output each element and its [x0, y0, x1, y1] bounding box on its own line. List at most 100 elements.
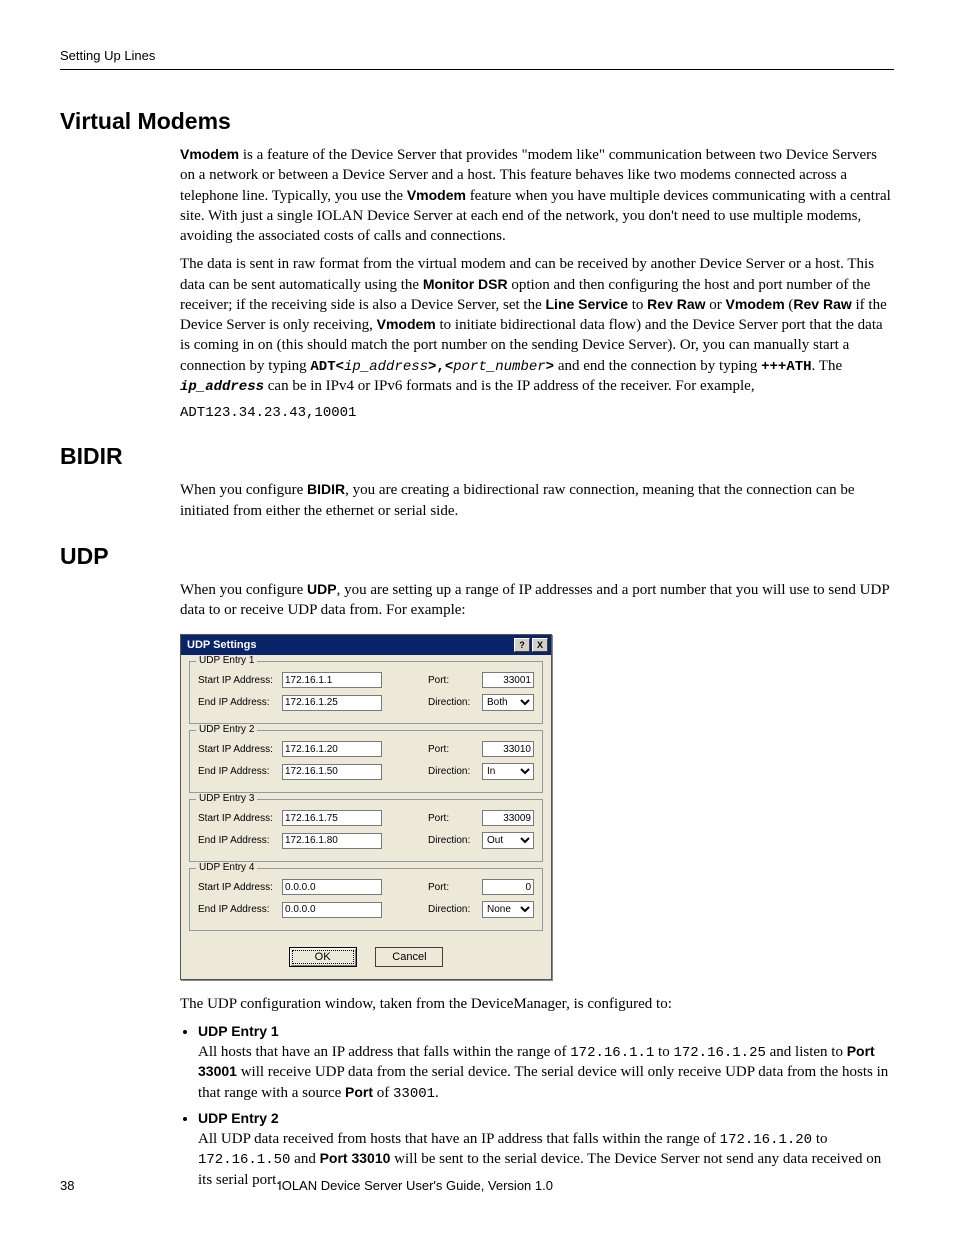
text: . — [435, 1085, 439, 1101]
label-port: Port: — [428, 813, 476, 824]
group-legend: UDP Entry 3 — [196, 793, 257, 804]
group-legend: UDP Entry 2 — [196, 724, 257, 735]
term-udp: UDP — [307, 581, 337, 597]
bullet-body: All hosts that have an IP address that f… — [198, 1042, 894, 1104]
label-direction: Direction: — [428, 835, 476, 846]
label-end-ip: End IP Address: — [198, 697, 276, 708]
port-input[interactable] — [482, 810, 534, 826]
text: or — [706, 297, 726, 313]
code-parameter: ip_address — [344, 359, 428, 375]
section-title-virtual-modems: Virtual Modems — [60, 108, 894, 135]
ip-address: 172.16.1.1 — [570, 1045, 654, 1061]
term-vmodem: Vmodem — [407, 187, 466, 203]
label-direction: Direction: — [428, 766, 476, 777]
document-page: Setting Up Lines Virtual Modems Vmodem i… — [0, 0, 954, 1235]
term-vmodem: Vmodem — [377, 316, 436, 332]
ip-address: 172.16.1.20 — [720, 1132, 812, 1148]
dialog-button-row: OK Cancel — [189, 937, 543, 969]
code-parameter: ip_address — [180, 379, 264, 395]
direction-select[interactable]: BothInOutNone — [482, 694, 534, 711]
code: +++ATH — [761, 359, 811, 375]
end-ip-input[interactable] — [282, 764, 382, 780]
group-legend: UDP Entry 4 — [196, 862, 257, 873]
bullet-list: UDP Entry 1 All hosts that have an IP ad… — [198, 1023, 894, 1191]
port-number: 33001 — [393, 1086, 435, 1102]
text: to — [812, 1131, 827, 1147]
page-number: 38 — [60, 1178, 74, 1193]
port-input[interactable] — [482, 741, 534, 757]
direction-select[interactable]: BothInOutNone — [482, 763, 534, 780]
text: can be in IPv4 or IPv6 formats and is th… — [264, 378, 755, 394]
text: All hosts that have an IP address that f… — [198, 1044, 570, 1060]
end-ip-input[interactable] — [282, 902, 382, 918]
label-start-ip: Start IP Address: — [198, 882, 276, 893]
label-start-ip: Start IP Address: — [198, 744, 276, 755]
udp-settings-dialog: UDP Settings ? X UDP Entry 1 Start IP Add… — [180, 634, 552, 980]
bullet-heading: UDP Entry 1 — [198, 1023, 894, 1039]
start-ip-input[interactable] — [282, 810, 382, 826]
section-body-bidir: When you configure BIDIR, you are creati… — [180, 480, 894, 521]
cancel-button[interactable]: Cancel — [375, 947, 443, 967]
text: . The — [812, 358, 843, 374]
footer-text: IOLAN Device Server User's Guide, Versio… — [278, 1178, 553, 1193]
paragraph: Vmodem is a feature of the Device Server… — [180, 145, 894, 246]
udp-entry-group: UDP Entry 4Start IP Address:Port:End IP … — [189, 868, 543, 931]
text: and — [290, 1151, 319, 1167]
term-rev-raw: Rev Raw — [793, 296, 851, 312]
dialog-title: UDP Settings — [187, 639, 256, 651]
label-end-ip: End IP Address: — [198, 835, 276, 846]
start-ip-input[interactable] — [282, 879, 382, 895]
dialog-titlebar[interactable]: UDP Settings ? X — [181, 635, 551, 655]
text: and end the connection by typing — [554, 358, 761, 374]
label-start-ip: Start IP Address: — [198, 813, 276, 824]
paragraph: When you configure BIDIR, you are creati… — [180, 480, 894, 521]
code-example: ADT123.34.23.43,10001 — [180, 405, 894, 421]
help-button[interactable]: ? — [514, 638, 530, 652]
page-footer: 38 IOLAN Device Server User's Guide, Ver… — [60, 1178, 894, 1193]
udp-entry-group: UDP Entry 3Start IP Address:Port:End IP … — [189, 799, 543, 862]
udp-entry-group: UDP Entry 2Start IP Address:Port:End IP … — [189, 730, 543, 793]
section-title-bidir: BIDIR — [60, 443, 894, 470]
label-start-ip: Start IP Address: — [198, 675, 276, 686]
label-end-ip: End IP Address: — [198, 904, 276, 915]
label-port: Port: — [428, 744, 476, 755]
list-item: UDP Entry 1 All hosts that have an IP ad… — [198, 1023, 894, 1104]
ip-address: 172.16.1.50 — [198, 1152, 290, 1168]
text: All UDP data received from hosts that ha… — [198, 1131, 720, 1147]
section-body-udp: When you configure UDP, you are setting … — [180, 580, 894, 1191]
port-input[interactable] — [482, 879, 534, 895]
group-legend: UDP Entry 1 — [196, 655, 257, 666]
udp-entry-group: UDP Entry 1Start IP Address:Port:End IP … — [189, 661, 543, 724]
label-end-ip: End IP Address: — [198, 766, 276, 777]
dialog-body: UDP Entry 1 Start IP Address: Port: End IP … — [181, 655, 551, 979]
term-port: Port 33010 — [320, 1150, 391, 1166]
text: will receive UDP data from the serial de… — [198, 1064, 888, 1100]
text: of — [373, 1085, 393, 1101]
paragraph: The data is sent in raw format from the … — [180, 254, 894, 397]
direction-select[interactable]: BothInOutNone — [482, 832, 534, 849]
bullet-heading: UDP Entry 2 — [198, 1110, 894, 1126]
paragraph: When you configure UDP, you are setting … — [180, 580, 894, 621]
label-port: Port: — [428, 675, 476, 686]
text: When you configure — [180, 582, 307, 598]
term-vmodem: Vmodem — [180, 146, 239, 162]
term-rev-raw: Rev Raw — [647, 296, 705, 312]
term-port: Port — [345, 1084, 373, 1100]
end-ip-input[interactable] — [282, 695, 382, 711]
start-ip-input[interactable] — [282, 741, 382, 757]
direction-select[interactable]: BothInOutNone — [482, 901, 534, 918]
label-direction: Direction: — [428, 904, 476, 915]
end-ip-input[interactable] — [282, 833, 382, 849]
code: > — [546, 359, 554, 375]
close-button[interactable]: X — [532, 638, 548, 652]
term-bidir: BIDIR — [307, 481, 345, 497]
port-input[interactable] — [482, 672, 534, 688]
running-head: Setting Up Lines — [60, 48, 894, 70]
term-line-service: Line Service — [546, 296, 629, 312]
label-direction: Direction: — [428, 697, 476, 708]
section-title-udp: UDP — [60, 543, 894, 570]
text: When you configure — [180, 482, 307, 498]
text: and listen to — [766, 1044, 847, 1060]
start-ip-input[interactable] — [282, 672, 382, 688]
ok-button[interactable]: OK — [289, 947, 357, 967]
